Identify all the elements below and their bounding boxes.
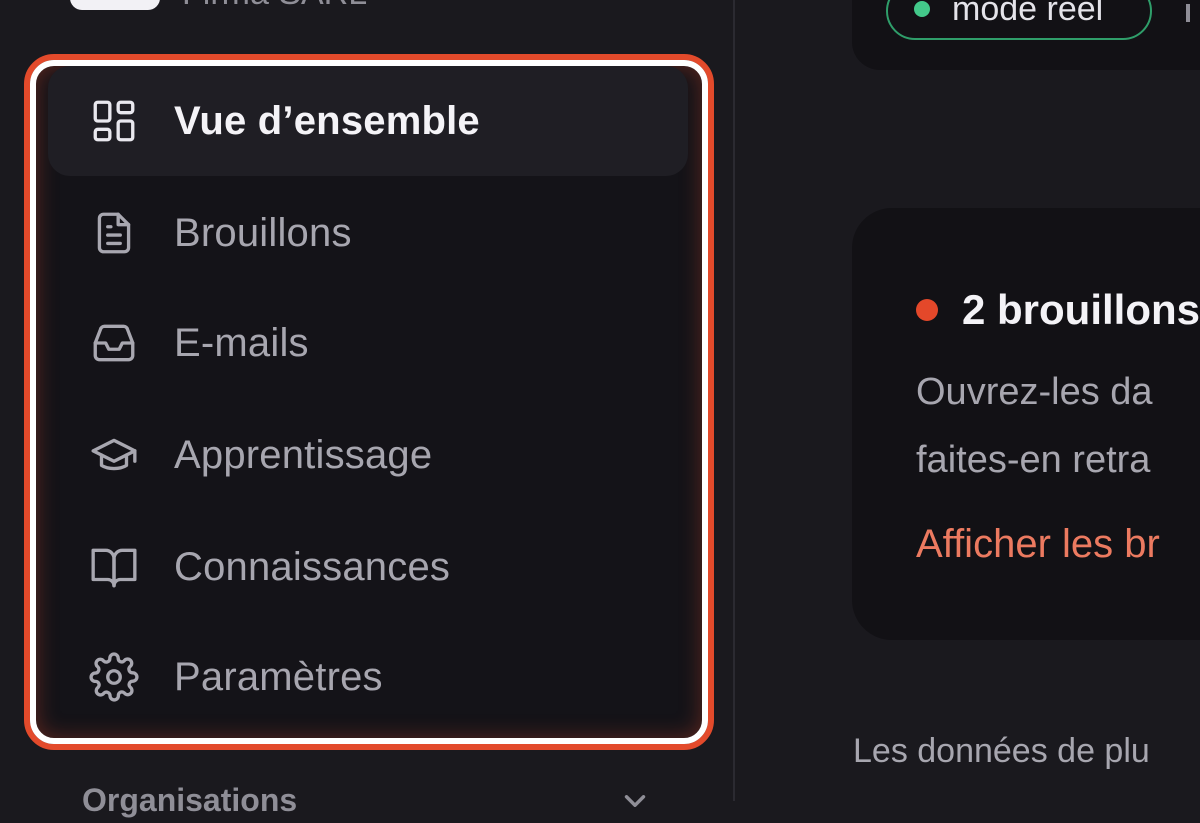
sidebar-item-learning[interactable]: Apprentissage bbox=[48, 400, 688, 510]
mode-badge[interactable]: mode réel bbox=[886, 0, 1152, 40]
brand-name: Firma SARL bbox=[182, 0, 367, 13]
sidebar-item-label: Apprentissage bbox=[174, 432, 433, 477]
drafts-card-title: 2 brouillons bbox=[962, 286, 1200, 333]
header-card: mode réel bbox=[852, 0, 1200, 70]
document-icon bbox=[88, 207, 140, 259]
main-content: mode réel 2 brouillons Ouvrez-les da fai… bbox=[735, 0, 1200, 801]
sidebar-item-label: Connaissances bbox=[174, 544, 451, 589]
organizations-section-toggle[interactable]: Organisations bbox=[82, 778, 652, 818]
sidebar-item-label: Paramètres bbox=[174, 654, 383, 699]
sidebar-item-label: Brouillons bbox=[174, 210, 352, 255]
brand-logo bbox=[70, 0, 160, 10]
dashboard-grid-icon bbox=[88, 95, 140, 147]
sidebar: Firma SARL Vue d’ensemble bbox=[0, 0, 733, 818]
show-drafts-link[interactable]: Afficher les br bbox=[916, 522, 1160, 567]
sidebar-item-label: Vue d’ensemble bbox=[174, 98, 480, 143]
footer-note: Les données de plu bbox=[853, 732, 1150, 770]
open-book-icon bbox=[88, 541, 140, 593]
gear-icon bbox=[88, 651, 140, 703]
mode-badge-label: mode réel bbox=[952, 0, 1104, 28]
sidebar-item-knowledge[interactable]: Connaissances bbox=[48, 512, 688, 622]
alert-dot bbox=[916, 299, 938, 321]
drafts-card-text-line: faites-en retra bbox=[916, 439, 1151, 481]
drafts-card: 2 brouillons Ouvrez-les da faites-en ret… bbox=[852, 208, 1200, 640]
sidebar-item-drafts[interactable]: Brouillons bbox=[48, 178, 688, 288]
sidebar-item-overview[interactable]: Vue d’ensemble bbox=[48, 66, 688, 176]
drafts-card-description: Ouvrez-les da faites-en retra bbox=[916, 358, 1200, 494]
header-separator bbox=[1186, 4, 1190, 22]
sidebar-item-settings[interactable]: Paramètres bbox=[48, 622, 688, 732]
live-status-dot bbox=[914, 1, 930, 17]
drafts-card-header: 2 brouillons bbox=[916, 286, 1200, 334]
sidebar-item-emails[interactable]: E-mails bbox=[48, 288, 688, 398]
inbox-tray-icon bbox=[88, 317, 140, 369]
drafts-card-text-line: Ouvrez-les da bbox=[916, 371, 1153, 413]
chevron-down-icon bbox=[618, 784, 652, 818]
graduation-cap-icon bbox=[88, 429, 140, 481]
sidebar-item-label: E-mails bbox=[174, 320, 309, 365]
